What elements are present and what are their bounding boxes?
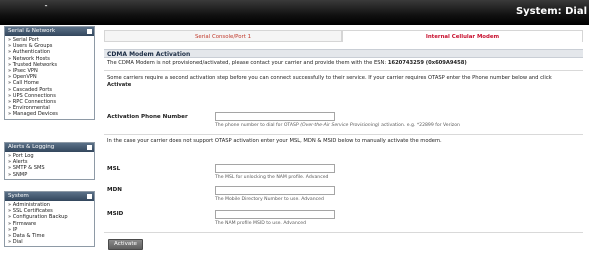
- manual-activation-text: In the case your carrier does not suppor…: [107, 138, 442, 144]
- mdn-input[interactable]: [215, 186, 335, 195]
- msid-label: MSID: [107, 211, 124, 217]
- msl-label: MSL: [107, 166, 121, 172]
- sidebar-section-serial-network: Serial & Network » Serial Port » Users &…: [4, 26, 95, 120]
- collapse-icon[interactable]: [87, 194, 92, 199]
- tab-internal-cellular-modem[interactable]: Internal Cellular Modem: [342, 30, 583, 42]
- sidebar-section-header: Serial & Network: [5, 27, 94, 36]
- sidebar-section-system: System » Administration » SSL Certificat…: [4, 191, 95, 248]
- sidebar-section-title: Serial & Network: [8, 28, 56, 34]
- activate-button[interactable]: Activate: [108, 239, 143, 250]
- sidebar-section-header: System: [5, 192, 94, 201]
- otasp-text: Some carriers require a second activatio…: [107, 75, 552, 88]
- logo-icon: ╸: [45, 2, 50, 10]
- msl-input[interactable]: [215, 164, 335, 173]
- sidebar: Serial & Network » Serial Port » Users &…: [0, 25, 96, 257]
- divider: [104, 232, 583, 233]
- msl-hint: The MSL for unlocking the NAM profile. A…: [215, 175, 329, 180]
- main-content: Serial Console/Port 1 Internal Cellular …: [98, 25, 589, 257]
- esn-value: 1620743259 (0x609A9458): [387, 60, 467, 66]
- sidebar-section-alerts-logging: Alerts & Logging » Port Log » Alerts » S…: [4, 142, 95, 180]
- msid-hint: The NAM profile MSID to use. Advanced: [215, 221, 307, 226]
- sidebar-item-snmp[interactable]: » SNMP: [8, 172, 94, 178]
- sidebar-item-managed-devices[interactable]: » Managed Devices: [8, 111, 94, 117]
- sidebar-section-header: Alerts & Logging: [5, 143, 94, 152]
- tab-bar: Serial Console/Port 1 Internal Cellular …: [104, 30, 583, 42]
- mdn-hint: The Mobile Directory Number to use. Adva…: [215, 197, 324, 202]
- sidebar-section-title: System: [8, 193, 29, 199]
- phone-number-label: Activation Phone Number: [107, 114, 188, 120]
- collapse-icon[interactable]: [87, 29, 92, 34]
- divider: [104, 70, 583, 71]
- sidebar-menu: » Administration » SSL Certificates » Co…: [5, 201, 94, 246]
- top-header-bar: ╸ System: Dial: [0, 0, 589, 25]
- collapse-icon[interactable]: [87, 145, 92, 150]
- msid-input[interactable]: [215, 210, 335, 219]
- sidebar-menu: » Serial Port » Users & Groups » Authent…: [5, 36, 94, 119]
- intro-text: The CDMA Modem is not provisioned/activa…: [107, 60, 467, 66]
- page-title: System: Dial: [515, 6, 587, 17]
- phone-number-input[interactable]: [215, 112, 335, 121]
- sidebar-item-dial[interactable]: » Dial: [8, 239, 94, 245]
- sidebar-menu: » Port Log » Alerts » SMTP & SMS » SNMP: [5, 152, 94, 179]
- sidebar-section-title: Alerts & Logging: [8, 144, 55, 150]
- phone-number-hint: The phone number to dial for OTASP (Over…: [215, 123, 460, 128]
- divider: [104, 134, 583, 135]
- tab-serial-console-port-1[interactable]: Serial Console/Port 1: [104, 30, 342, 42]
- section-title: CDMA Modem Activation: [104, 49, 583, 58]
- mdn-label: MDN: [107, 187, 122, 193]
- otasp-action-text: Activate: [107, 82, 132, 88]
